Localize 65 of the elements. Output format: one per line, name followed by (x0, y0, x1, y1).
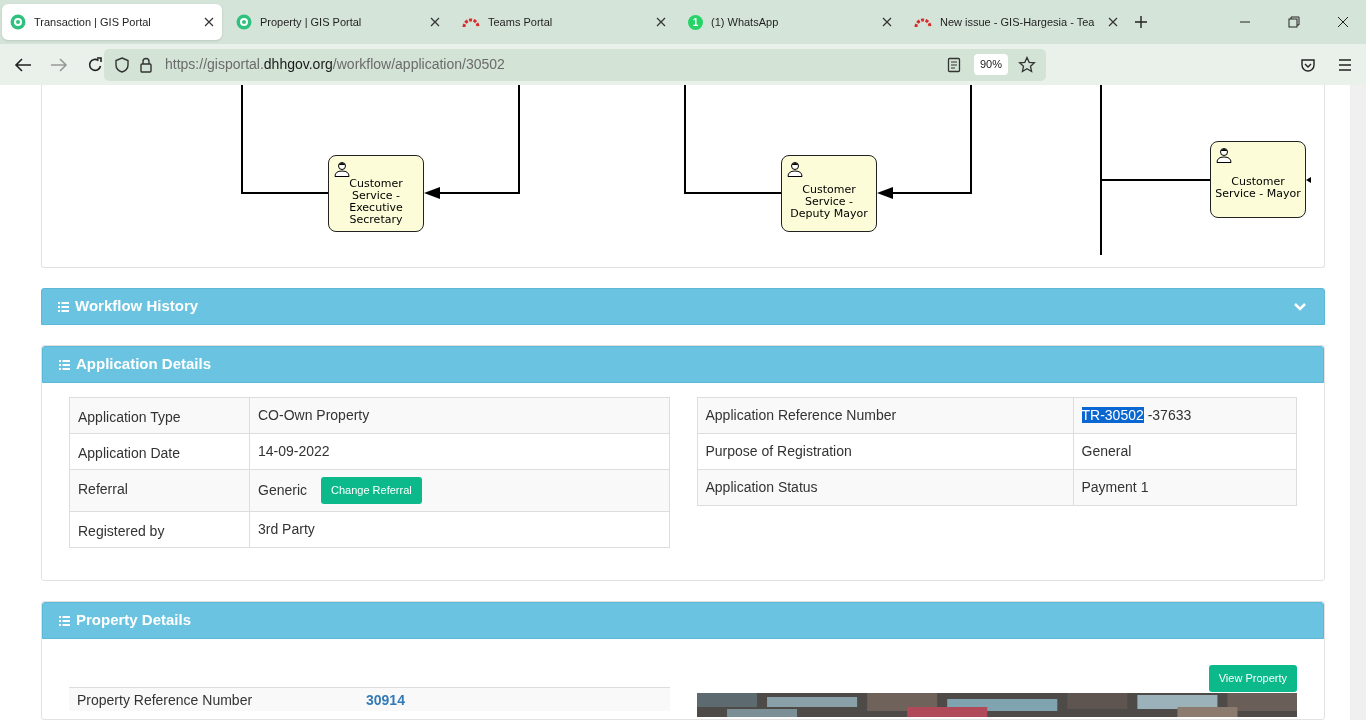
close-icon[interactable] (882, 17, 892, 27)
table-cell: 3rd Party (258, 521, 315, 537)
shield-icon[interactable] (114, 56, 130, 73)
list-icon (59, 359, 70, 370)
table-cell: Purpose of Registration (697, 433, 1073, 470)
close-icon[interactable] (1108, 17, 1118, 27)
menu-icon[interactable] (1338, 58, 1352, 71)
person-icon (787, 161, 803, 177)
table-cell: Application Status (697, 469, 1073, 506)
person-icon (1216, 147, 1232, 163)
notification-badge: 1 (688, 14, 703, 30)
arc-logo-icon (462, 16, 480, 28)
restore-icon[interactable] (1288, 16, 1300, 28)
table-cell: Application Reference Number (697, 397, 1073, 434)
new-tab-icon[interactable] (1134, 15, 1148, 29)
list-icon (58, 301, 69, 312)
person-icon (334, 161, 350, 177)
address-bar[interactable]: https://gisportal.dhhgov.org/workflow/application/30502 90% (104, 48, 1046, 81)
table-cell: Application Type (69, 397, 250, 434)
url-text: https://gisportal.dhhgov.org/workflow/application/30502 (165, 55, 506, 74)
tab-title: Property | GIS Portal (260, 14, 363, 30)
globe-logo-icon (236, 14, 252, 30)
globe-logo-icon (10, 14, 26, 30)
table-cell: 14-09-2022 (258, 443, 330, 459)
panel-title: Application Details (76, 354, 212, 375)
tab-title: New issue - GIS-Hargesia - Tea (940, 14, 1096, 30)
table-cell: CO-Own Property (258, 407, 370, 423)
tab-title: Transaction | GIS Portal (34, 14, 152, 30)
tab-title: (1) WhatsApp (711, 14, 780, 30)
table-cell: Payment 1 (1081, 479, 1149, 495)
browser-tab[interactable]: Property | GIS Portal (228, 4, 448, 40)
close-icon[interactable] (656, 17, 666, 27)
task-label: Customer Service - Deputy Mayor (789, 183, 869, 220)
pocket-icon[interactable] (1300, 56, 1316, 73)
reload-icon[interactable] (87, 56, 103, 73)
table-cell: TR-30502 -37633 (1081, 407, 1192, 423)
browser-tab[interactable]: New issue - GIS-Hargesia - Tea (906, 4, 1126, 40)
browser-tab[interactable]: Teams Portal (454, 4, 674, 40)
task-label: Customer Service - Executive Secretary (348, 177, 404, 226)
tab-title: Teams Portal (488, 14, 554, 30)
close-icon[interactable] (430, 17, 440, 27)
task-node[interactable]: Customer Service - Executive Secretary (328, 155, 424, 232)
browser-tab[interactable]: 1 (1) WhatsApp (680, 4, 900, 40)
panel-title: Property Details (76, 610, 192, 631)
task-node[interactable]: Customer Service - Mayor (1210, 141, 1306, 218)
back-icon[interactable] (14, 56, 32, 73)
task-label: Customer Service - Mayor (1214, 175, 1302, 200)
panel-title: Workflow History (75, 296, 199, 317)
property-reference-link[interactable]: 30914 (358, 691, 413, 708)
table-cell-text: Property Reference Number (76, 691, 254, 708)
close-icon[interactable] (204, 17, 214, 27)
lock-icon[interactable] (139, 56, 153, 73)
close-icon[interactable] (1337, 16, 1349, 28)
arc-logo-icon (914, 16, 932, 28)
table-cell: General (1081, 443, 1132, 459)
bookmark-star-icon[interactable] (1018, 55, 1036, 74)
list-icon (59, 615, 70, 626)
zoom-level-button[interactable]: 90% (973, 54, 1008, 75)
table-cell-text: Generic (258, 481, 308, 500)
task-node[interactable]: Customer Service - Deputy Mayor (781, 155, 877, 232)
table-cell: Application Date (69, 433, 250, 470)
table-cell: Registered by (69, 511, 250, 548)
table-cell: Referral (69, 469, 250, 512)
reader-view-icon[interactable] (946, 56, 961, 73)
browser-tab[interactable]: Transaction | GIS Portal (2, 4, 222, 40)
